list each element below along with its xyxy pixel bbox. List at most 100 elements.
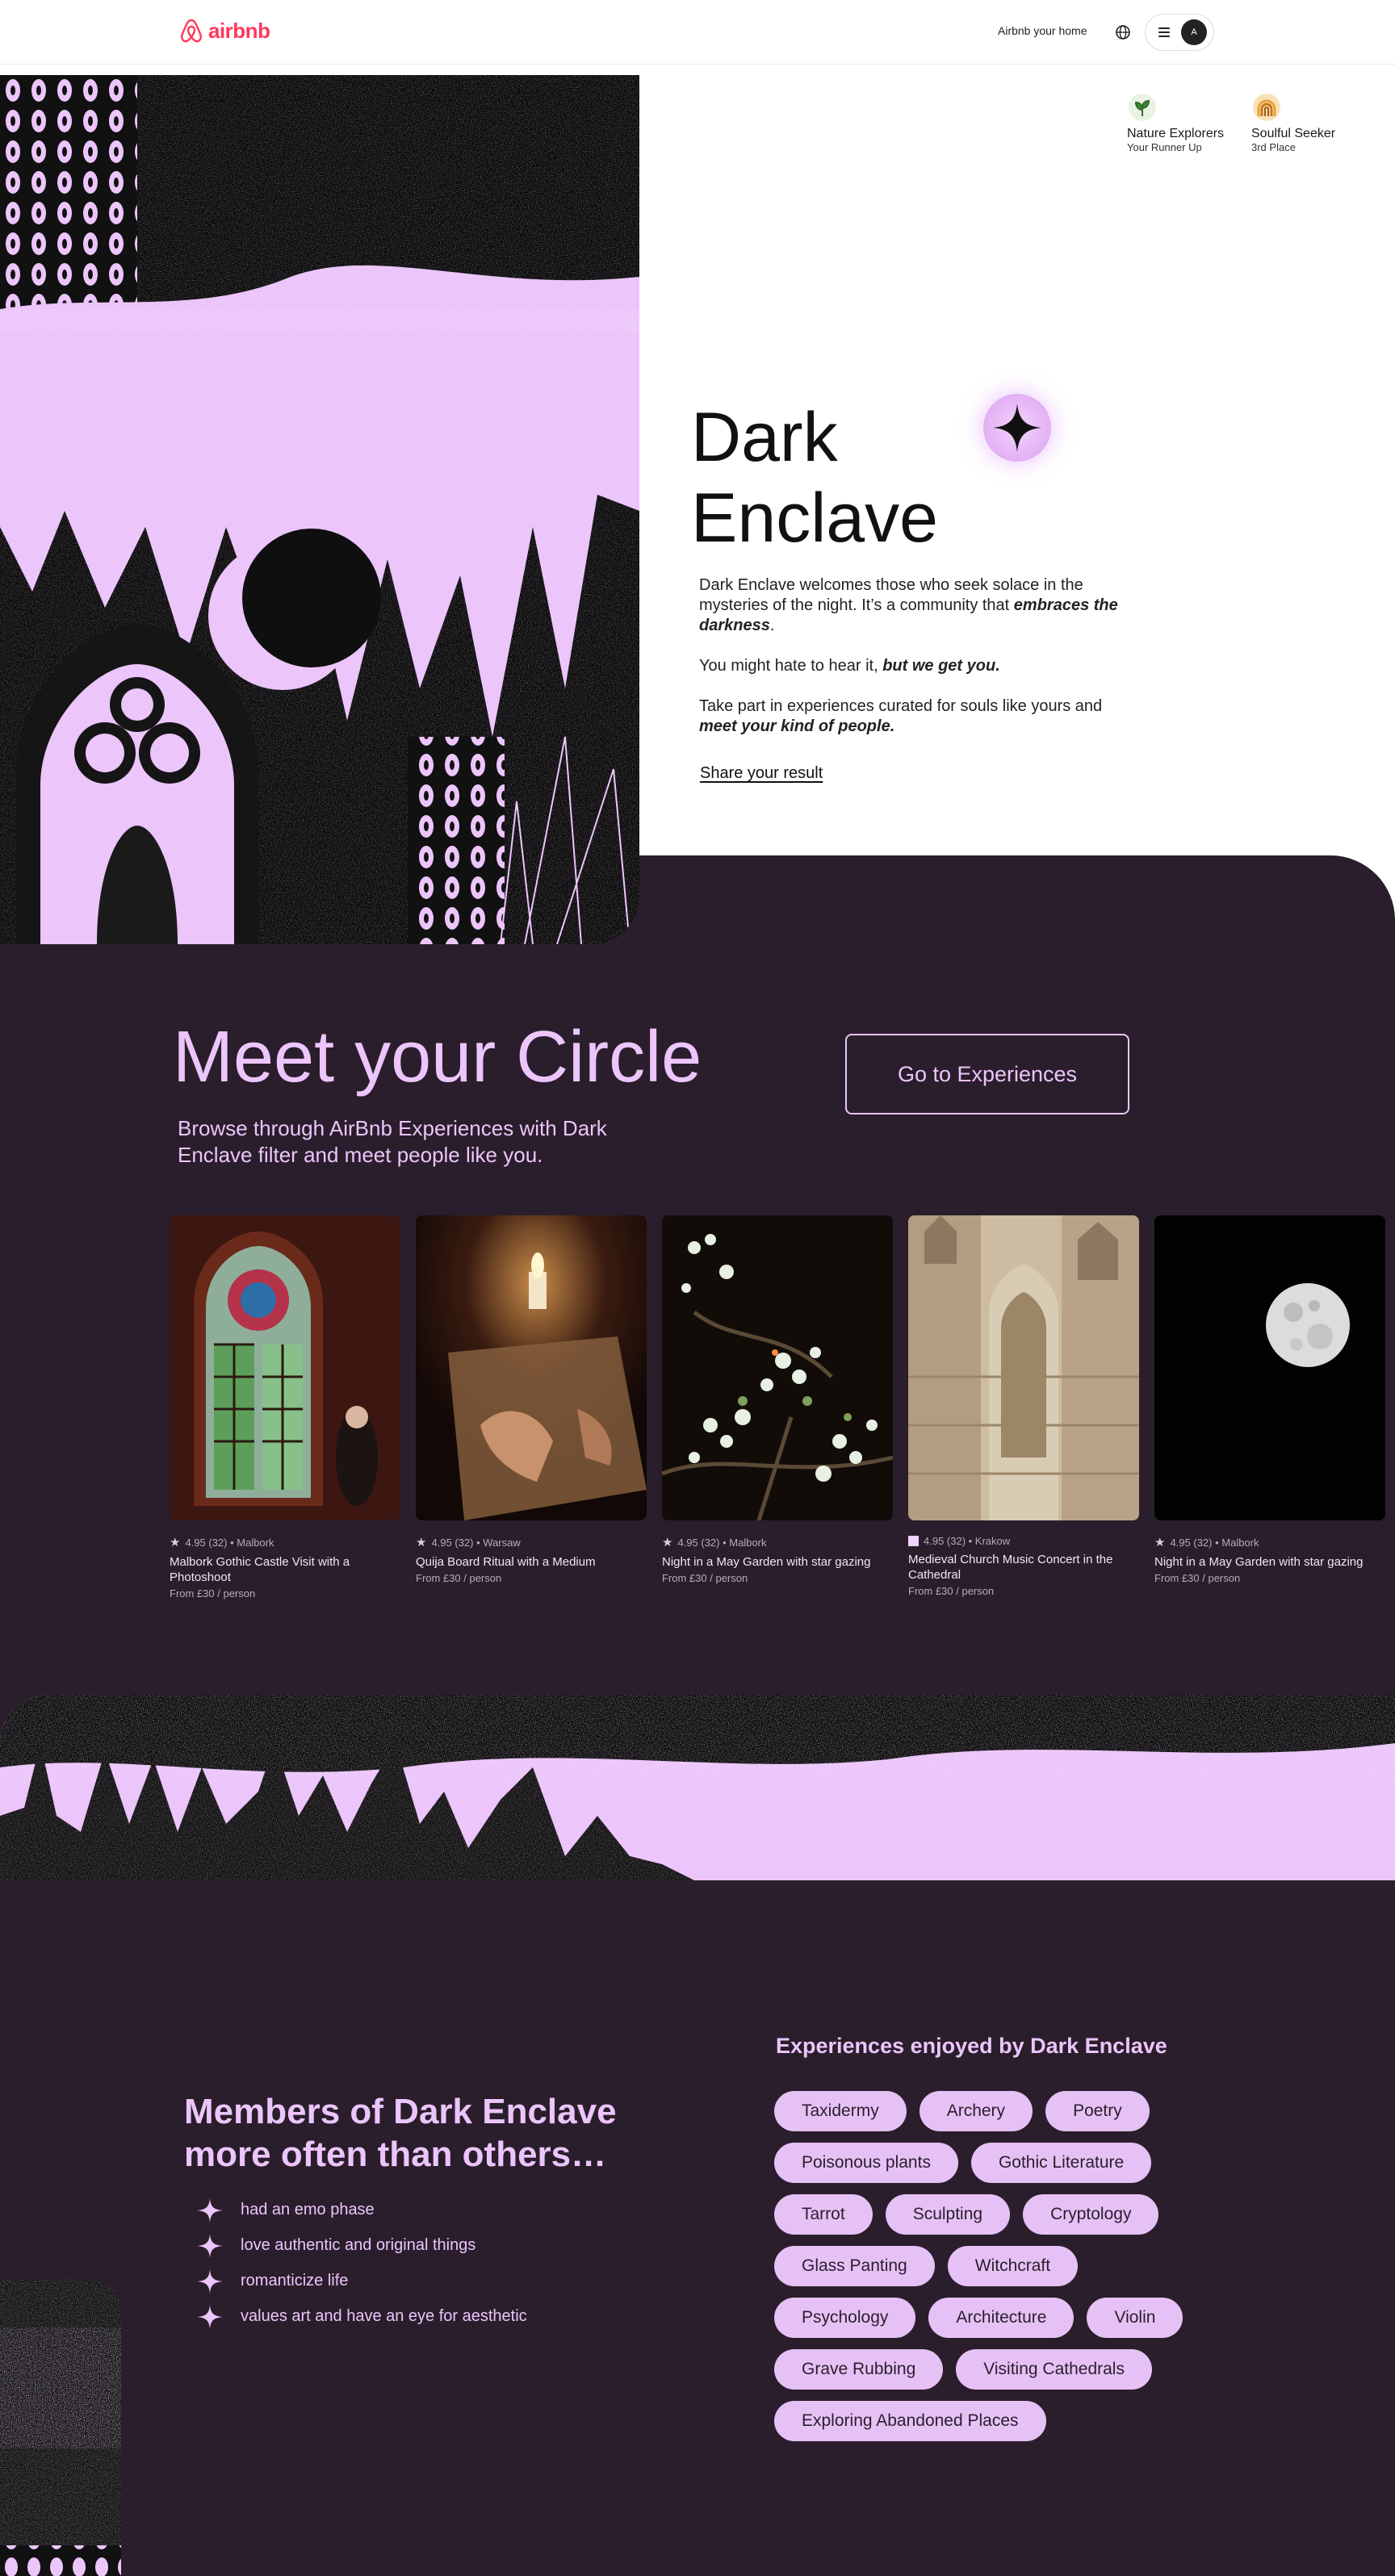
sparkle-icon — [197, 2305, 223, 2329]
list-item: had an emo phase — [194, 2198, 549, 2223]
section-subtitle: Browse through AirBnb Experiences with D… — [178, 1116, 607, 1167]
experience-tag[interactable]: Architecture — [928, 2298, 1075, 2338]
page-title: Dark Enclave — [691, 399, 938, 557]
experience-tag[interactable]: Taxidermy — [774, 2091, 907, 2131]
rainbow-icon — [1253, 94, 1280, 121]
card-price: From £30 / person — [170, 1587, 256, 1600]
card-rating: ★ 4.95 (32) • Warsaw — [416, 1535, 647, 1549]
card-title[interactable]: Quija Board Ritual with a Medium — [416, 1554, 647, 1570]
experience-tag[interactable]: Tarrot — [774, 2194, 873, 2235]
hero-description: Dark Enclave welcomes those who seek sol… — [699, 575, 1119, 757]
rating-text: 4.95 (32) • Krakow — [924, 1535, 1011, 1547]
list-item: values art and have an eye for aesthetic — [194, 2305, 549, 2329]
list-item: love authentic and original things — [194, 2234, 549, 2258]
text-span: You might hate to hear it, — [699, 657, 883, 675]
rating-text: 4.95 (32) • Warsaw — [431, 1536, 521, 1549]
experience-tag[interactable]: Cryptology — [1023, 2194, 1159, 2235]
experience-tag[interactable]: Glass Panting — [774, 2246, 935, 2286]
description-paragraph: Dark Enclave welcomes those who seek sol… — [699, 575, 1119, 636]
trait-text: had an emo phase — [241, 2201, 375, 2218]
badge-soulful-seeker: Soulful Seeker 3rd Place — [1251, 94, 1356, 153]
card-image-candle-ouija[interactable] — [416, 1215, 647, 1520]
hero-gothic-artwork — [0, 75, 639, 944]
card-title[interactable]: Malbork Gothic Castle Visit with a Photo… — [170, 1554, 400, 1585]
card-rating: 4.95 (32) • Krakow — [908, 1535, 1139, 1547]
side-gothic-artwork — [0, 2279, 121, 2576]
member-traits-list: had an emo phase love authentic and orig… — [194, 2198, 549, 2340]
sparkle-badge — [983, 394, 1051, 462]
members-title: Members of Dark Enclave more often than … — [184, 2092, 617, 2174]
emphasis: but we get you. — [882, 657, 1000, 675]
experience-card[interactable]: ★ 4.95 (32) • Malbork Night in a May Gard… — [1154, 1215, 1385, 1584]
badge-subtitle: 3rd Place — [1251, 141, 1296, 153]
card-price: From £30 / person — [416, 1572, 502, 1584]
emphasis: meet your kind of people. — [699, 717, 895, 735]
card-rating: ★ 4.95 (32) • Malbork — [662, 1535, 893, 1549]
card-price: From £30 / person — [908, 1585, 995, 1597]
badge-nature-explorers: Nature Explorers Your Runner Up — [1127, 94, 1232, 153]
card-image-stained-glass[interactable] — [170, 1215, 400, 1520]
experience-tag[interactable]: Exploring Abandoned Places — [774, 2401, 1046, 2441]
badge-title: Soulful Seeker — [1251, 127, 1336, 140]
list-item: romanticize life — [194, 2269, 549, 2294]
experience-tag[interactable]: Poisonous plants — [774, 2143, 958, 2183]
gothic-spires-band — [0, 1695, 1395, 1880]
description-paragraph: Take part in experiences curated for sou… — [699, 696, 1119, 737]
rating-text: 4.95 (32) • Malbork — [677, 1536, 767, 1549]
plant-icon — [1129, 94, 1156, 121]
experience-card[interactable]: ★ 4.95 (32) • Warsaw Quija Board Ritual w… — [416, 1215, 647, 1584]
experiences-title: Experiences enjoyed by Dark Enclave — [776, 2034, 1167, 2058]
section-title: Meet your Circle — [173, 1017, 702, 1098]
globe-icon[interactable] — [1114, 23, 1132, 41]
rating-text: 4.95 (32) • Malbork — [185, 1536, 274, 1549]
sparkle-icon — [197, 2269, 223, 2294]
experience-card[interactable]: ★ 4.95 (32) • Malbork Malbork Gothic Cast… — [170, 1215, 400, 1600]
experience-tag[interactable]: Violin — [1087, 2298, 1183, 2338]
card-image-full-moon[interactable] — [1154, 1215, 1385, 1520]
star-icon: ★ — [1154, 1536, 1166, 1549]
text-span: Take part in experiences curated for sou… — [699, 697, 1103, 715]
card-image-cathedral[interactable] — [908, 1215, 1139, 1520]
go-to-experiences-button[interactable]: Go to Experiences — [845, 1034, 1129, 1114]
brand-name: airbnb — [208, 18, 270, 43]
card-price: From £30 / person — [1154, 1572, 1241, 1584]
quiz-result-badges: Nature Explorers Your Runner Up Soulful … — [1127, 94, 1356, 153]
sparkle-icon — [993, 404, 1041, 452]
card-title[interactable]: Night in a May Garden with star gazing — [1154, 1554, 1385, 1570]
card-rating: ★ 4.95 (32) • Malbork — [1154, 1535, 1385, 1549]
experience-card[interactable]: 4.95 (32) • Krakow Medieval Church Music… — [908, 1215, 1139, 1597]
experience-tag[interactable]: Archery — [919, 2091, 1033, 2131]
star-icon: ★ — [416, 1536, 427, 1549]
experience-tag[interactable]: Grave Rubbing — [774, 2349, 944, 2390]
trait-text: love authentic and original things — [241, 2236, 476, 2254]
card-price: From £30 / person — [662, 1572, 748, 1584]
share-result-link[interactable]: Share your result — [700, 764, 823, 783]
experience-tag[interactable]: Sculpting — [885, 2194, 1011, 2235]
card-rating: ★ 4.95 (32) • Malbork — [170, 1535, 400, 1549]
card-image-blossom-night[interactable] — [662, 1215, 893, 1520]
star-icon — [908, 1536, 919, 1546]
star-icon: ★ — [170, 1536, 181, 1549]
sparkle-icon — [197, 2234, 223, 2258]
airbnb-your-home-link[interactable]: Airbnb your home — [998, 24, 1087, 37]
top-nav: airbnb Airbnb your home A — [0, 0, 1395, 65]
experience-tags: Taxidermy Archery Poetry Poisonous plants Go… — [774, 2091, 1210, 2441]
card-title[interactable]: Night in a May Garden with star gazing — [662, 1554, 893, 1570]
experience-tag[interactable]: Witchcraft — [947, 2246, 1079, 2286]
experience-tag[interactable]: Poetry — [1045, 2091, 1150, 2131]
trait-text: romanticize life — [241, 2272, 349, 2290]
description-paragraph: You might hate to hear it, but we get yo… — [699, 656, 1119, 676]
trait-text: values art and have an eye for aesthetic — [241, 2307, 527, 2325]
card-title[interactable]: Medieval Church Music Concert in the Cat… — [908, 1552, 1139, 1583]
airbnb-logo[interactable]: airbnb — [179, 18, 270, 44]
badge-title: Nature Explorers — [1127, 127, 1225, 140]
badge-subtitle: Your Runner Up — [1127, 141, 1202, 153]
rating-text: 4.95 (32) • Malbork — [1170, 1536, 1259, 1549]
user-menu-button[interactable]: A — [1145, 14, 1214, 51]
experience-tag[interactable]: Gothic Literature — [970, 2143, 1152, 2183]
experience-card[interactable]: ★ 4.95 (32) • Malbork Night in a May Gard… — [662, 1215, 893, 1584]
experience-tag[interactable]: Psychology — [774, 2298, 916, 2338]
experience-cards: ★ 4.95 (32) • Malbork Malbork Gothic Cast… — [170, 1215, 1395, 1619]
experience-tag[interactable]: Visiting Cathedrals — [956, 2349, 1152, 2390]
star-icon: ★ — [662, 1536, 673, 1549]
